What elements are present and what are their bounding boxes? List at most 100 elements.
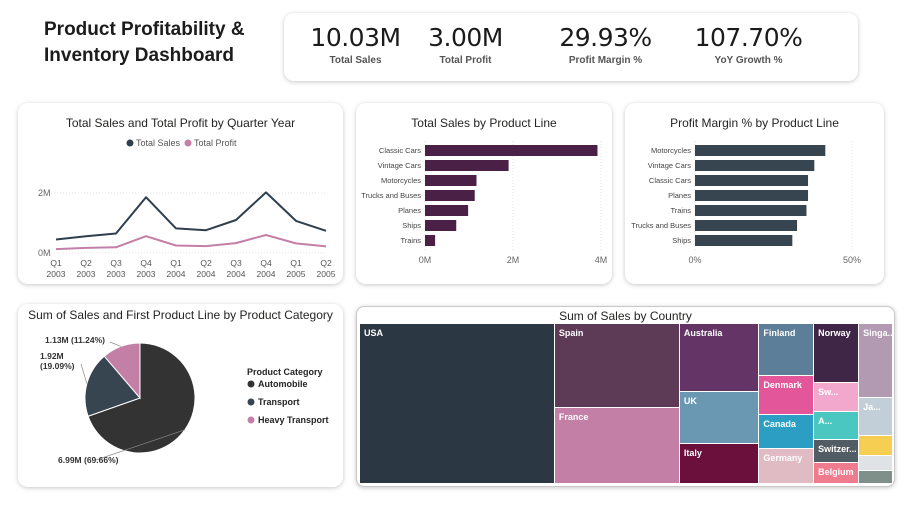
kpi-card: 10.03M Total Sales 3.00M Total Profit 29…	[284, 13, 858, 81]
y-tick-label: Trains	[670, 206, 691, 215]
y-tick-label: Classic Cars	[649, 176, 691, 185]
bar	[695, 190, 809, 201]
treemap-label: Switzer...	[818, 444, 857, 455]
bar	[695, 160, 815, 171]
bar	[695, 145, 826, 156]
bar	[695, 235, 793, 246]
treemap-cell[interactable]: Ja...	[859, 397, 893, 436]
treemap-label: Spain	[558, 328, 584, 338]
kpi-value: 3.00M	[428, 23, 503, 52]
treemap-cell[interactable]: Denmark	[759, 375, 815, 415]
pie-chart-card[interactable]: Sum of Sales and First Product Line by P…	[18, 304, 343, 487]
treemap-label: A...	[818, 415, 833, 426]
y-tick-label: Trains	[400, 236, 421, 245]
treemap-cell[interactable]: Canada	[759, 414, 815, 450]
x-tick-label: 2M	[507, 255, 520, 265]
treemap-cell[interactable]: Singa...	[859, 324, 893, 398]
line-chart: Total Sales Total Profit0M2MQ12003Q22003Q…	[38, 138, 336, 279]
treemap-cell[interactable]: Italy	[679, 444, 760, 484]
treemap-cell[interactable]: UK	[679, 392, 760, 444]
treemap-label: Belgium	[818, 467, 854, 478]
treemap-label: Ja...	[863, 401, 881, 412]
sales-bar-chart: 0M 2M 4M Classic Cars Vintage Cars Motorcycle…	[361, 141, 608, 265]
legend-label: Total Profit	[194, 138, 237, 148]
kpi-yoy-growth[interactable]: 107.70% YoY Growth %	[677, 13, 820, 66]
treemap-cell[interactable]	[859, 435, 893, 457]
x-tick-label: Q2	[320, 258, 332, 268]
y-tick-label: Ships	[672, 236, 691, 245]
sales-bar-card[interactable]: Total Sales by Product Line 0M 2M 4M Classi…	[356, 103, 612, 284]
kpi-profit-margin[interactable]: 29.93% Profit Margin %	[534, 13, 677, 66]
legend-label: Automobile	[258, 379, 308, 389]
treemap-cell[interactable]: Belgium	[814, 463, 860, 484]
y-tick-label: Planes	[398, 206, 421, 215]
bar	[425, 235, 436, 246]
treemap-cell[interactable]: Norway	[814, 324, 860, 384]
treemap-label: Italy	[683, 448, 702, 458]
treemap-cell[interactable]: Germany	[759, 449, 815, 484]
treemap-label: Denmark	[763, 379, 802, 390]
x-tick-label: 4M	[595, 255, 608, 265]
x-tick-label: Q4	[260, 258, 272, 268]
treemap-cell[interactable]: France	[554, 407, 680, 484]
kpi-value: 29.93%	[559, 23, 652, 52]
legend-marker	[247, 380, 255, 388]
y-tick-label: Vintage Cars	[648, 161, 691, 170]
treemap-label: France	[558, 411, 589, 422]
treemap-cell[interactable]: Spain	[554, 324, 680, 408]
x-tick-label: Q1	[290, 258, 302, 268]
legend-marker	[184, 139, 192, 147]
legend-label: Heavy Transport	[258, 415, 329, 425]
y-tick-label: 2M	[38, 188, 51, 198]
y-tick-label: Planes	[668, 191, 691, 200]
x-tick-label: 2004	[197, 269, 216, 279]
pie-chart: 6.99M (69.66%) 1.92M(19.09%) 1.13M (11.24%…	[40, 335, 329, 465]
x-tick-label: 0M	[419, 255, 432, 265]
y-tick-label: 0M	[38, 248, 51, 258]
legend-label: Transport	[258, 397, 300, 407]
treemap-cell[interactable]	[859, 456, 893, 472]
treemap-label: Finland	[763, 328, 796, 338]
legend-marker	[126, 139, 134, 147]
treemap-cell[interactable]: Australia	[679, 324, 760, 393]
profit-line	[55, 234, 327, 251]
treemap-label: Norway	[818, 328, 851, 338]
kpi-value: 107.70%	[694, 23, 803, 52]
treemap-cell[interactable]: USA	[360, 324, 555, 484]
margin-bar-card[interactable]: Profit Margin % by Product Line 0% 50% Mot…	[625, 103, 884, 284]
x-tick-label: Q4	[140, 258, 152, 268]
treemap-cell[interactable]: Finland	[759, 324, 815, 376]
x-tick-label: 2003	[137, 269, 156, 279]
treemap-label: Germany	[763, 453, 803, 464]
x-tick-label: Q3	[110, 258, 122, 268]
line-chart-card[interactable]: Total Sales and Total Profit by Quarter …	[18, 103, 343, 284]
treemap-cell[interactable]	[859, 471, 893, 484]
x-tick-label: 2003	[47, 269, 66, 279]
y-tick-label: Trucks and Buses	[631, 221, 691, 230]
data-label: (19.09%)	[40, 361, 75, 371]
kpi-label: Total Profit	[439, 55, 492, 66]
bar	[425, 220, 457, 231]
treemap-cell[interactable]: Sw...	[814, 383, 860, 412]
bar	[425, 175, 477, 186]
data-label: 1.92M	[40, 351, 64, 361]
margin-bar-chart: 0% 50% Motorcycles Vintage Cars Classic Cars…	[631, 141, 861, 265]
x-tick-label: 2005	[287, 269, 306, 279]
treemap-card[interactable]: Sum of Sales by Country USA Spain France Au…	[356, 306, 895, 487]
treemap-cell[interactable]: A...	[814, 411, 860, 441]
sales-line	[55, 191, 327, 241]
treemap-label: Australia	[683, 328, 723, 338]
data-label: 1.13M (11.24%)	[45, 335, 105, 345]
x-tick-label: Q2	[200, 258, 212, 268]
treemap: USA Spain France Australia UK Italy Finland Den…	[360, 324, 893, 484]
data-label: 6.99M (69.66%)	[58, 455, 119, 465]
treemap-label: UK	[683, 396, 697, 407]
treemap-label: Canada	[763, 418, 796, 429]
leader-line	[109, 341, 122, 347]
bar	[425, 145, 598, 156]
y-tick-label: Motorcycles	[651, 146, 691, 155]
bar	[695, 220, 798, 231]
treemap-cell[interactable]: Switzer...	[814, 440, 860, 464]
kpi-total-profit[interactable]: 3.00M Total Profit	[394, 13, 537, 66]
chart-title: Sum of Sales by Country	[559, 309, 692, 323]
